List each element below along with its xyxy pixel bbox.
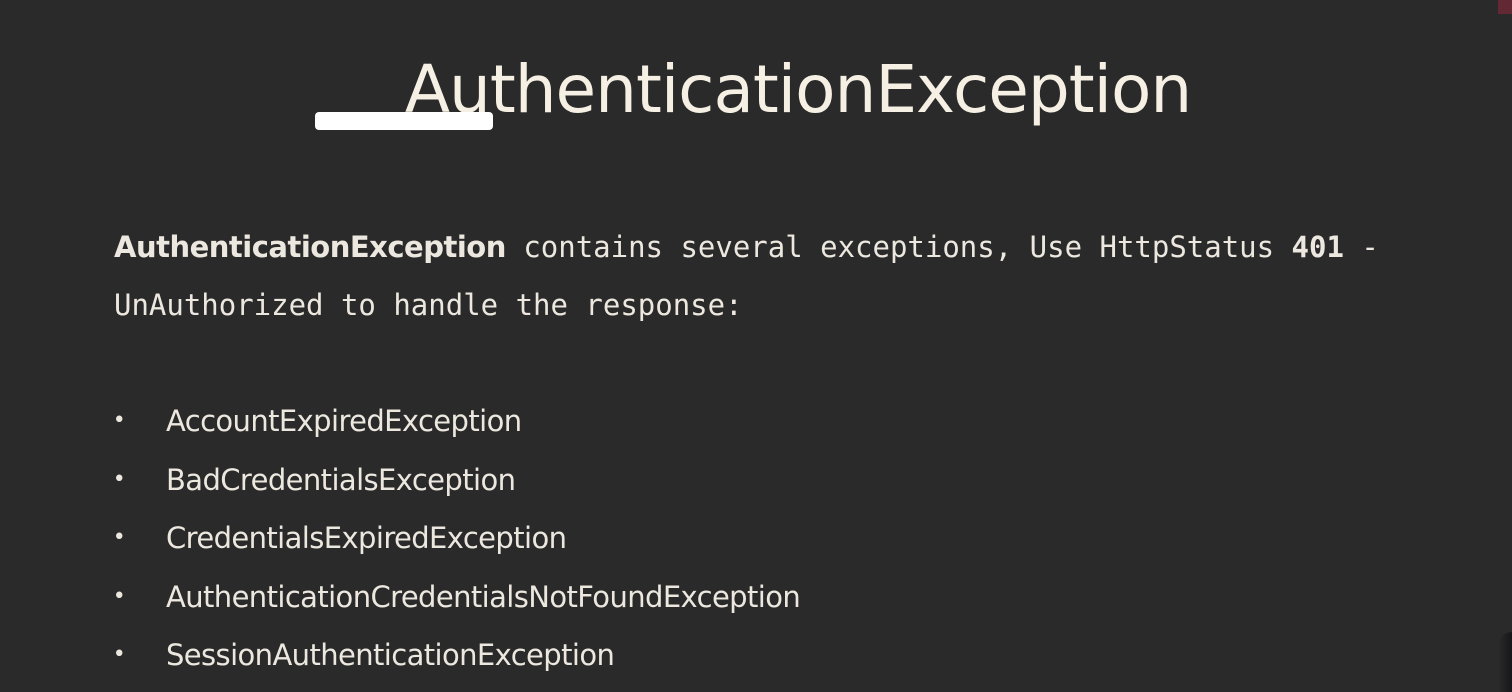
list-item: • CredentialsExpiredException (112, 509, 800, 568)
list-item: • BadCredentialsException (112, 451, 800, 510)
intro-line-1: AuthenticationException contains several… (114, 218, 1504, 276)
intro-line-2: UnAuthorized to handle the response: (114, 288, 743, 322)
intro-subject: AuthenticationException (114, 230, 506, 264)
title-highlight-bar (315, 112, 493, 130)
exception-name: BadCredentialsException (166, 462, 516, 497)
exception-name: AccountExpiredException (166, 404, 522, 438)
intro-paragraph: AuthenticationException contains several… (114, 218, 1504, 334)
exception-list: • AccountExpiredException • BadCredentials… (112, 392, 801, 685)
list-item: • AuthenticationCredentialsNotFoundExcept… (112, 568, 801, 627)
bullet-icon: • (112, 525, 126, 550)
bullet-icon: • (112, 466, 126, 492)
bullet-icon: • (112, 408, 126, 433)
exception-name: SessionAuthenticationException (166, 638, 615, 672)
slide: AuthenticationException AuthenticationEx… (0, 0, 1512, 692)
bullet-icon: • (112, 583, 126, 609)
exception-name: AuthenticationCredentialsNotFoundExcepti… (166, 579, 801, 614)
exception-name: CredentialsExpiredException (166, 521, 567, 555)
bullet-icon: • (112, 642, 126, 667)
intro-text-part2: - (1343, 230, 1379, 264)
status-code: 401 (1291, 230, 1344, 264)
corner-mark (1498, 0, 1512, 14)
intro-text-part1: contains several exceptions, Use HttpSta… (505, 230, 1292, 264)
list-item: • AccountExpiredException (112, 392, 800, 451)
edge-shadow (1498, 632, 1512, 692)
slide-title: AuthenticationException (404, 51, 1192, 128)
list-item: • SessionAuthenticationException (112, 626, 800, 685)
title-container: AuthenticationException (0, 50, 1512, 130)
